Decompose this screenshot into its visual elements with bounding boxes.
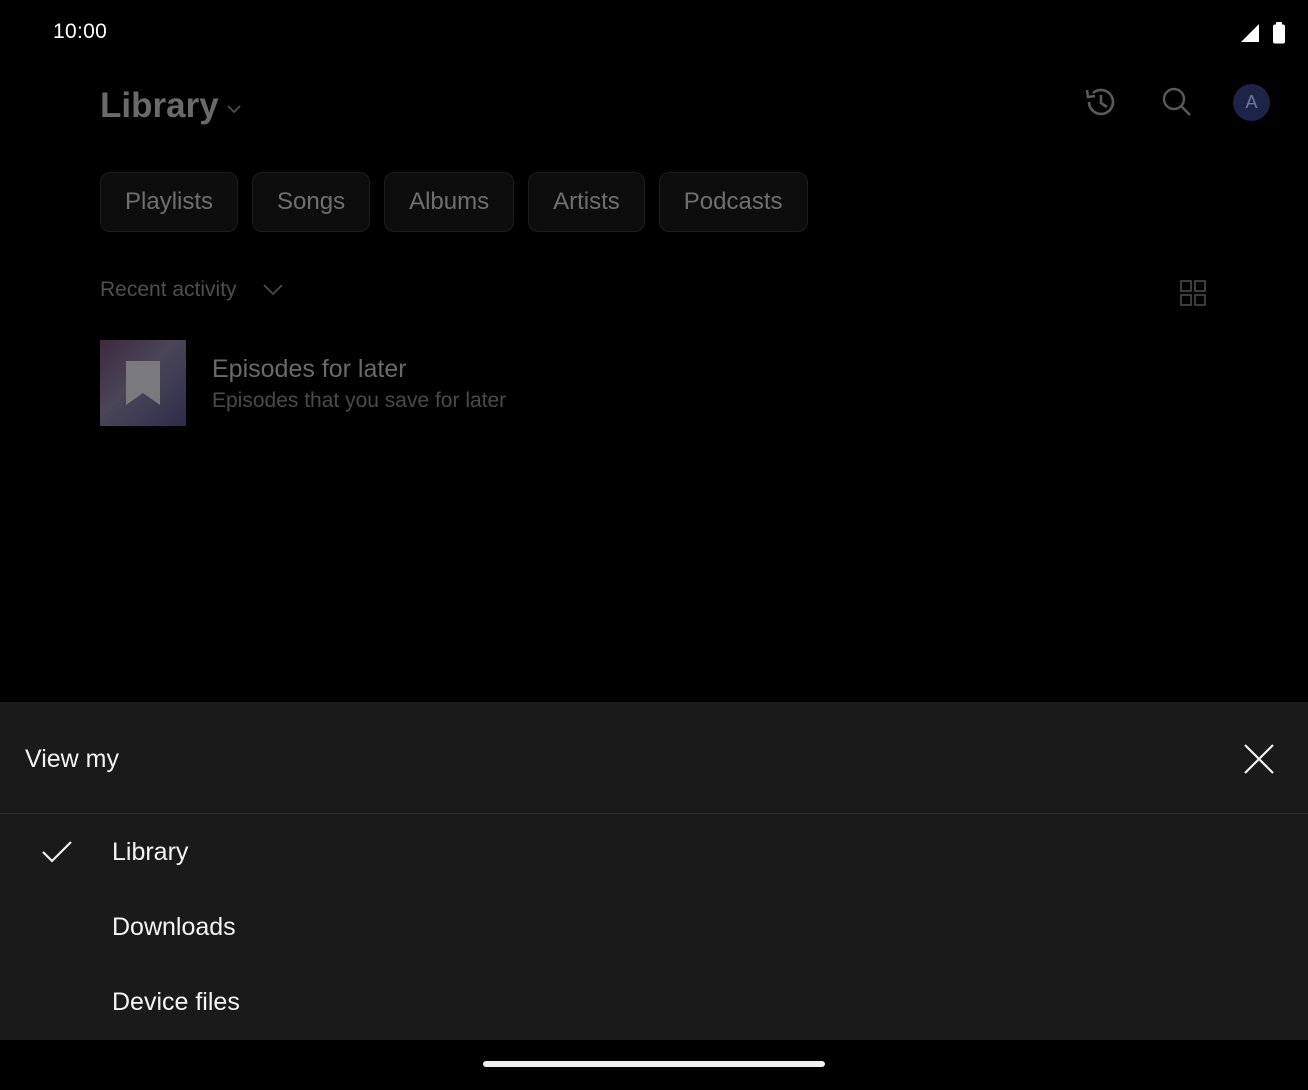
close-icon[interactable]	[1240, 740, 1278, 778]
option-label: Library	[112, 838, 189, 866]
home-handle[interactable]	[483, 1061, 825, 1067]
screen: 10:00 Library A Playlists Songs Albums A…	[0, 0, 1308, 1090]
option-label: Device files	[112, 988, 240, 1016]
library-page: Library A Playlists Songs Albums Artists…	[0, 0, 1308, 702]
search-icon[interactable]	[1157, 82, 1197, 122]
view-my-sheet: View my Library Downloads Device files	[0, 702, 1308, 1040]
item-title: Episodes for later	[212, 355, 407, 383]
filter-chips: Playlists Songs Albums Artists Podcasts	[100, 172, 808, 232]
history-icon[interactable]	[1081, 82, 1121, 122]
list-item[interactable]: Episodes for later Episodes that you sav…	[100, 340, 800, 426]
option-label: Downloads	[112, 913, 236, 941]
option-downloads[interactable]: Downloads	[0, 891, 1308, 965]
sort-label[interactable]: Recent activity	[100, 278, 237, 302]
chip-albums[interactable]: Albums	[384, 172, 515, 232]
chip-artists[interactable]: Artists	[528, 172, 645, 232]
navigation-bar	[0, 1040, 1308, 1090]
avatar[interactable]: A	[1233, 84, 1270, 121]
sheet-title: View my	[25, 745, 120, 773]
sheet-header: View my	[0, 702, 1308, 814]
chip-playlists[interactable]: Playlists	[100, 172, 239, 232]
chevron-down-icon[interactable]	[222, 96, 246, 120]
sort-chevron-icon[interactable]	[260, 278, 286, 302]
bookmark-icon	[126, 361, 160, 405]
page-title[interactable]: Library	[100, 86, 219, 126]
chip-podcasts[interactable]: Podcasts	[658, 172, 808, 232]
item-thumbnail	[100, 340, 186, 426]
item-subtitle: Episodes that you save for later	[212, 389, 507, 412]
option-library[interactable]: Library	[0, 816, 1308, 890]
grid-view-icon[interactable]	[1179, 279, 1207, 307]
chip-songs[interactable]: Songs	[252, 172, 371, 232]
option-device-files[interactable]: Device files	[0, 966, 1308, 1040]
check-icon	[42, 841, 72, 863]
